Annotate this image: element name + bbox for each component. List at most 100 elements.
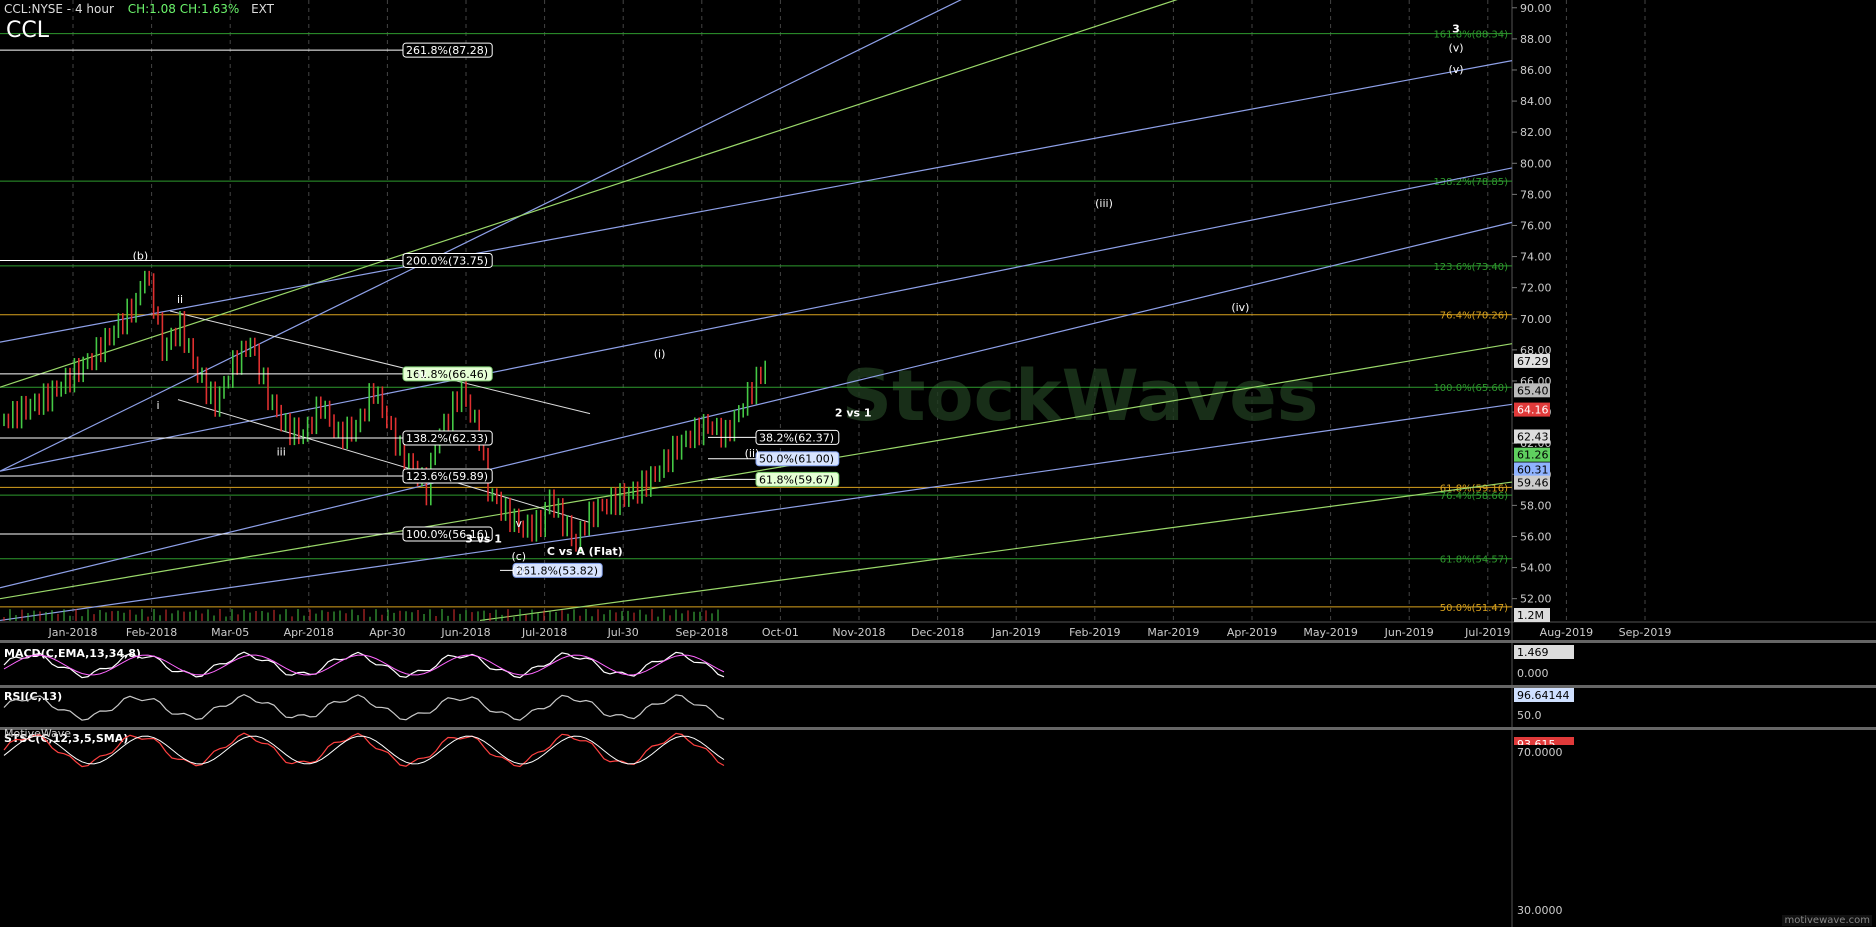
fib-label: 123.6%(73.40) [1433,262,1508,273]
channel-line [0,0,962,472]
wave-label: C vs A (Flat) [547,545,623,558]
indicator-value: 1.469 [1517,646,1549,659]
indicator-value: 70.0000 [1517,746,1563,759]
x-tick-label: Oct-01 [762,626,799,639]
wave-label: (v) [1448,63,1463,76]
wave-label: (i) [654,348,666,361]
indicator-value: 30.0000 [1517,904,1563,917]
x-tick-label: Mar-2019 [1147,626,1199,639]
price-tag-label: 62.43 [1517,430,1549,443]
channel-line [479,481,1513,622]
wave-label: (ii) [511,564,526,577]
session-label: EXT [251,2,275,16]
y-tick-label: 72.00 [1520,282,1552,295]
y-tick-label: 56.00 [1520,530,1552,543]
x-tick-label: Nov-2018 [832,626,885,639]
chart-canvas[interactable]: Jan-2018 Feb-2018 Mar-05 Apr-2018 Apr-30 Jun-… [0,0,1876,927]
y-tick-label: 90.00 [1520,2,1552,15]
x-tick-label: Aug-2019 [1540,626,1593,639]
app-brand: MotiveWave [4,727,72,740]
chart-header: CCL:NYSE - 4 hour CH:1.08 CH:1.63% EXT [4,2,274,16]
fib-label: 100.0%(65.60) [1433,383,1508,394]
x-tick-label: Dec-2018 [911,626,964,639]
fib-level-label: 38.2%(62.37) [759,431,834,444]
fib-label: 76.4%(70.26) [1440,311,1508,322]
price-tag-label: 65.40 [1517,384,1549,397]
x-tick-label: Apr-30 [369,626,405,639]
x-tick-label: Jun-2018 [440,626,490,639]
price-tag-label: 61.26 [1517,449,1549,462]
change-label: CH:1.08 CH:1.63% [127,2,240,16]
wave-label: (iii) [1095,197,1113,210]
y-tick-label: 70.00 [1520,313,1552,326]
indicator-value: 50.0 [1517,709,1542,722]
y-tick-label: 74.00 [1520,251,1552,264]
wave-label: iv [417,368,427,381]
y-tick-label: 84.00 [1520,95,1552,108]
y-tick-label: 80.00 [1520,157,1552,170]
price-tag-label: 60.31 [1517,463,1549,476]
x-tick-label: Feb-2019 [1069,626,1120,639]
wave-label: 2 vs 1 [835,407,872,420]
fib-level-label: 200.0%(73.75) [406,254,488,267]
wave-label: (b) [133,250,149,263]
channel-line [0,60,1513,343]
wave-label: iii [277,446,286,459]
wave-label: (iv) [1231,301,1249,314]
fib-level-label: 50.0%(61.00) [759,453,834,466]
fib-label: 50.0%(51.47) [1440,603,1508,614]
wave-label: (ii) [745,447,760,460]
x-tick-label: Mar-05 [211,626,249,639]
channel-line [0,0,1178,388]
fib-level-label: 138.2%(62.33) [406,432,488,445]
y-tick-label: 54.00 [1520,562,1552,575]
wave-label: 3 vs 1 [465,533,502,546]
pane-separator [0,727,1876,730]
wave-label: v [516,517,523,530]
fib-level-label: 123.6%(59.89) [406,470,488,483]
ticker-title: CCL [6,18,49,43]
indicator-line [3,693,725,721]
symbol-label: CCL:NYSE - 4 hour [4,2,114,16]
indicator-name: RSI(C,13) [4,690,62,703]
indicator-value: 0.000 [1517,667,1549,680]
x-tick-label: Apr-2019 [1227,626,1277,639]
price-tag-label: 67.29 [1517,355,1549,368]
wave-label: (v) [1448,41,1463,54]
x-tick-label: Jan-2019 [991,626,1041,639]
watermark-text: motivewave.com [1782,915,1872,926]
x-tick-label: Jan-2018 [48,626,98,639]
x-tick-label: Jul-2019 [1464,626,1510,639]
wave-label: i [156,399,159,412]
y-tick-label: 78.00 [1520,188,1552,201]
fib-label: 138.2%(78.85) [1433,177,1508,188]
fib-label: 61.8%(54.57) [1440,555,1508,566]
y-tick-label: 86.00 [1520,64,1552,77]
price-tag-label: 64.16 [1517,404,1549,417]
x-tick-label: Jul-2018 [521,626,567,639]
x-tick-label: Sep-2019 [1619,626,1672,639]
volume-tag-label: 1.2M [1517,609,1544,622]
fib-level-label: 261.8%(87.28) [406,44,488,57]
pane-separator [0,640,1876,643]
indicator-value: 96.64144 [1517,689,1570,702]
y-tick-label: 88.00 [1520,33,1552,46]
wedge-line [177,399,591,523]
fib-label: 161.8%(88.34) [1433,30,1508,41]
x-tick-label: Jul-30 [607,626,639,639]
y-tick-label: 58.00 [1520,499,1552,512]
x-tick-label: Sep-2018 [675,626,728,639]
wave-label: 3 [1452,23,1460,36]
y-tick-label: 76.00 [1520,219,1552,232]
y-tick-label: 82.00 [1520,126,1552,139]
x-tick-label: Feb-2018 [126,626,177,639]
x-tick-label: May-2019 [1303,626,1358,639]
pane-separator [0,685,1876,688]
x-tick-label: Jun-2019 [1384,626,1434,639]
fib-label: 76.4%(58.66) [1440,491,1508,502]
x-tick-label: Apr-2018 [284,626,334,639]
y-tick-label: 52.00 [1520,593,1552,606]
wave-label: ii [177,293,183,306]
wave-label: (c) [511,550,526,563]
price-tag-label: 59.46 [1517,477,1549,490]
